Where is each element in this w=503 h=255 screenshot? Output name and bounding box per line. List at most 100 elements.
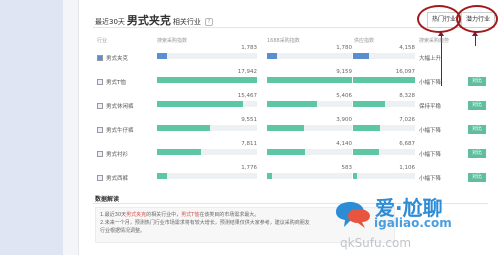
industry-label: 男式T恤	[106, 80, 126, 86]
col-header-supply-index: 供应指数	[354, 38, 375, 44]
checkbox-icon[interactable]	[97, 103, 103, 109]
col-header-trend: 搜索采购趋势	[419, 38, 450, 44]
metric-value: 9,551	[241, 117, 257, 123]
title-keyword: 男式夹克	[126, 14, 171, 27]
bar-fill	[353, 101, 386, 107]
metric-value: 17,942	[237, 69, 257, 75]
industry-label: 男式西裤	[106, 176, 129, 182]
bar-fill	[157, 77, 257, 83]
metric-m2: 5,406	[267, 93, 352, 115]
bar-track	[267, 125, 352, 131]
compare-button[interactable]: 对比	[468, 125, 486, 134]
metric-value: 7,026	[399, 117, 415, 123]
industry-name[interactable]: 男式牛仔裤	[97, 126, 134, 134]
industry-name[interactable]: 男式夹克	[97, 54, 128, 62]
metric-value: 6,687	[399, 141, 415, 147]
metric-m2: 1,780	[267, 45, 352, 67]
bar-fill	[267, 101, 318, 107]
bar-fill	[157, 173, 167, 179]
analysis-text: 在该类目的市场需求最大。	[199, 212, 260, 218]
checkbox-icon[interactable]	[97, 175, 103, 181]
analysis-box: 1.最近30天男式夹克的相关行业中，男式T恤在该类目的市场需求最大。 2.未来一…	[95, 207, 395, 243]
industry-name[interactable]: 男式T恤	[97, 78, 126, 86]
help-icon[interactable]: ?	[204, 18, 213, 26]
metric-value: 1,783	[241, 45, 257, 51]
bar-track	[267, 77, 352, 83]
metric-value: 7,811	[241, 141, 257, 147]
metric-value: 1,780	[336, 45, 352, 51]
metric-value: 15,467	[237, 93, 257, 99]
industry-label: 男式休闲裤	[106, 104, 134, 110]
analysis-line-3: 行业根据情况调整。	[100, 228, 146, 234]
metric-m1: 15,467	[157, 93, 257, 115]
bar-track	[157, 149, 257, 155]
metric-m1: 7,811	[157, 141, 257, 163]
bar-fill	[353, 77, 415, 83]
checkbox-icon[interactable]	[97, 151, 103, 157]
table-row: 男式夹克 1,783 1,780 4,158 大幅上升	[79, 45, 503, 67]
bar-fill	[353, 125, 381, 131]
metric-value: 9,159	[336, 69, 352, 75]
bar-track	[157, 53, 257, 59]
checkbox-icon[interactable]	[97, 79, 103, 85]
title-suffix: 相关行业	[172, 18, 201, 26]
trend-text: 保持平稳	[419, 104, 442, 110]
bar-fill	[267, 173, 273, 179]
metric-value: 8,328	[399, 93, 415, 99]
analysis-title: 数据解读	[95, 196, 120, 203]
checkbox-checked[interactable]	[97, 55, 103, 61]
bar-track	[267, 149, 352, 155]
metric-m3: 1,106	[353, 165, 415, 187]
checkbox-icon[interactable]	[97, 127, 103, 133]
metric-value: 583	[341, 165, 353, 171]
trend-text: 大幅上升	[419, 56, 442, 62]
bar-fill	[267, 149, 306, 155]
col-header-industry: 行业	[97, 38, 108, 44]
analysis-line-1: 1.最近30天男式夹克的相关行业中，男式T恤在该类目的市场需求最大。	[100, 211, 390, 219]
bar-track	[353, 173, 415, 179]
metric-m2: 3,900	[267, 117, 352, 139]
col-header-search-index: 搜索采购指数	[157, 38, 188, 44]
bar-fill	[157, 149, 201, 155]
trend-text: 小幅下降	[419, 176, 442, 182]
compare-button[interactable]: 对比	[468, 149, 486, 158]
compare-button[interactable]: 对比	[468, 173, 486, 182]
bar-track	[157, 173, 257, 179]
bar-track	[267, 173, 352, 179]
tab-potential-industry[interactable]: 潜力行业	[461, 12, 496, 28]
metric-m1: 1,776	[157, 165, 257, 187]
bar-fill	[267, 77, 352, 83]
table-row: 男式牛仔裤 9,551 3,900 7,026 小幅下降 对比	[79, 117, 503, 139]
metric-m2: 9,159	[267, 69, 352, 91]
industry-name[interactable]: 男式西裤	[97, 174, 128, 182]
industry-name[interactable]: 男式衬衫	[97, 150, 128, 158]
trend-text: 小幅下降	[419, 152, 442, 158]
metric-m2: 4,140	[267, 141, 352, 163]
industry-name[interactable]: 男式休闲裤	[97, 102, 134, 110]
bar-fill	[353, 173, 358, 179]
metric-value: 3,900	[336, 117, 352, 123]
trend-text: 小幅下降	[419, 80, 442, 86]
bar-fill	[157, 53, 167, 59]
analysis-line-2: 2.未来一个月，预测热门行业市场需求将有较大增长，预测结果仅供大家参考，建议采购…	[100, 220, 310, 226]
tab-hot-industry[interactable]: 热门行业	[427, 12, 462, 28]
metric-m3: 7,026	[353, 117, 415, 139]
left-sidebar	[0, 0, 63, 255]
bar-fill	[157, 101, 243, 107]
related-industry-panel: 最近30天 男式夹克 相关行业? 热门行业 潜力行业 行业 搜索采购指数 1688采…	[78, 0, 503, 255]
bar-fill	[267, 53, 278, 59]
panel-title: 最近30天 男式夹克 相关行业?	[95, 12, 213, 28]
trend-text: 小幅下降	[419, 128, 442, 134]
bar-fill	[353, 53, 369, 59]
metric-value: 1,776	[241, 165, 257, 171]
metric-m3: 16,097	[353, 69, 415, 91]
table-row: 男式休闲裤 15,467 5,406 8,328 保持平稳 对比	[79, 93, 503, 115]
compare-button[interactable]: 对比	[468, 101, 486, 110]
metric-m3: 6,687	[353, 141, 415, 163]
bar-fill	[157, 125, 210, 131]
compare-button[interactable]: 对比	[468, 77, 486, 86]
title-prefix: 最近30天	[95, 18, 125, 26]
bar-fill	[353, 149, 380, 155]
metric-value: 1,106	[399, 165, 415, 171]
bar-track	[157, 101, 257, 107]
